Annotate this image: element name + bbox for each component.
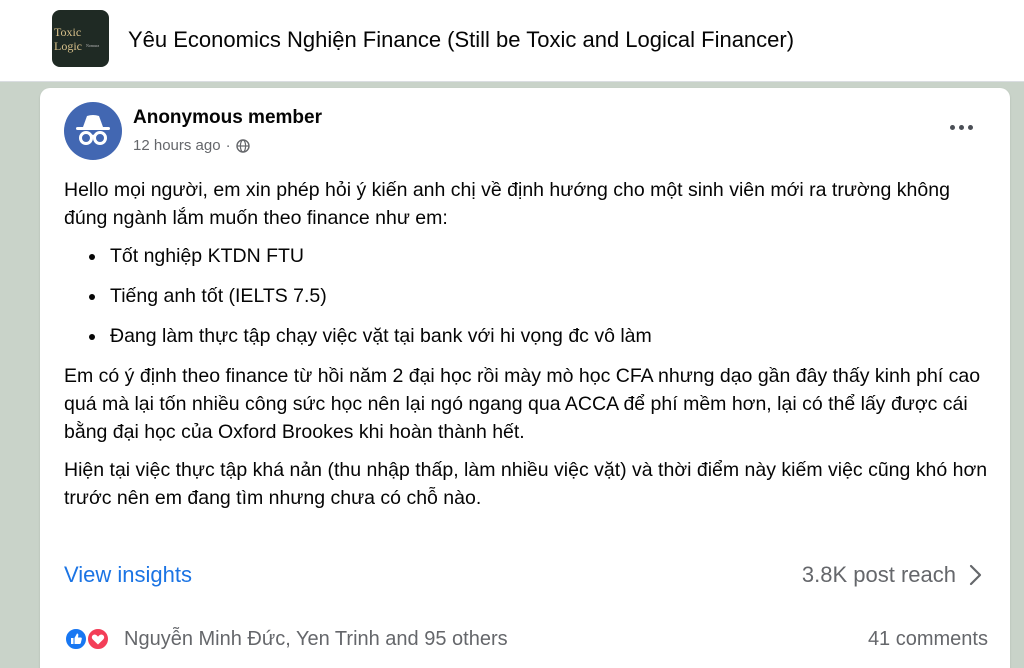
post-timestamp[interactable]: 12 hours ago bbox=[133, 137, 221, 154]
reaction-icons bbox=[64, 625, 118, 653]
globe-icon bbox=[235, 138, 250, 153]
post-paragraph-3: Hiện tại việc thực tập khá nản (thu nhập… bbox=[64, 459, 988, 509]
group-thumbnail[interactable]: Toxic Logic Nomura bbox=[52, 10, 109, 67]
post-reach-label: 3.8K post reach bbox=[801, 562, 956, 587]
reactions-summary[interactable]: Nguyễn Minh Đức, Yen Trinh and 95 others bbox=[64, 625, 508, 653]
post-paragraph-2: Em có ý định theo finance từ hồi năm 2 đ… bbox=[64, 365, 981, 443]
post-reach-button[interactable]: 3.8K post reach bbox=[802, 562, 982, 588]
group-thumb-text-2: Logic bbox=[54, 39, 82, 53]
more-horizontal-icon bbox=[949, 124, 955, 130]
incognito-icon bbox=[76, 115, 110, 145]
like-icon bbox=[64, 627, 88, 651]
chevron-right-icon bbox=[969, 564, 982, 586]
love-icon bbox=[86, 627, 110, 651]
post-body: Hello mọi người, em xin phép hỏi ý kiến … bbox=[64, 176, 994, 522]
post-bullet-list: Tốt nghiệp KTDN FTU Tiếng anh tốt (IELTS… bbox=[64, 242, 994, 350]
post-meta: 12 hours ago · bbox=[133, 137, 250, 154]
group-thumb-text-1: Toxic bbox=[54, 25, 82, 39]
post-intro: Hello mọi người, em xin phép hỏi ý kiến … bbox=[64, 179, 950, 229]
anonymous-avatar[interactable] bbox=[64, 102, 122, 160]
meta-separator: · bbox=[225, 137, 231, 154]
bullet-item: Tiếng anh tốt (IELTS 7.5) bbox=[64, 282, 994, 310]
post-card: Anonymous member 12 hours ago · Hello mọ… bbox=[40, 88, 1010, 668]
view-insights-link[interactable]: View insights bbox=[64, 562, 192, 588]
group-header: Toxic Logic Nomura Yêu Economics Nghiện … bbox=[0, 0, 1024, 82]
author-name[interactable]: Anonymous member bbox=[133, 107, 322, 129]
group-title[interactable]: Yêu Economics Nghiện Finance (Still be T… bbox=[128, 27, 794, 53]
bullet-item: Tốt nghiệp KTDN FTU bbox=[64, 242, 994, 270]
group-thumb-text-3: Nomura bbox=[86, 43, 100, 48]
more-options-button[interactable] bbox=[943, 114, 979, 140]
bullet-item: Đang làm thực tập chạy việc vặt tại bank… bbox=[64, 322, 994, 350]
comments-count-link[interactable]: 41 comments bbox=[868, 628, 988, 651]
reactions-text: Nguyễn Minh Đức, Yen Trinh and 95 others bbox=[124, 627, 508, 650]
